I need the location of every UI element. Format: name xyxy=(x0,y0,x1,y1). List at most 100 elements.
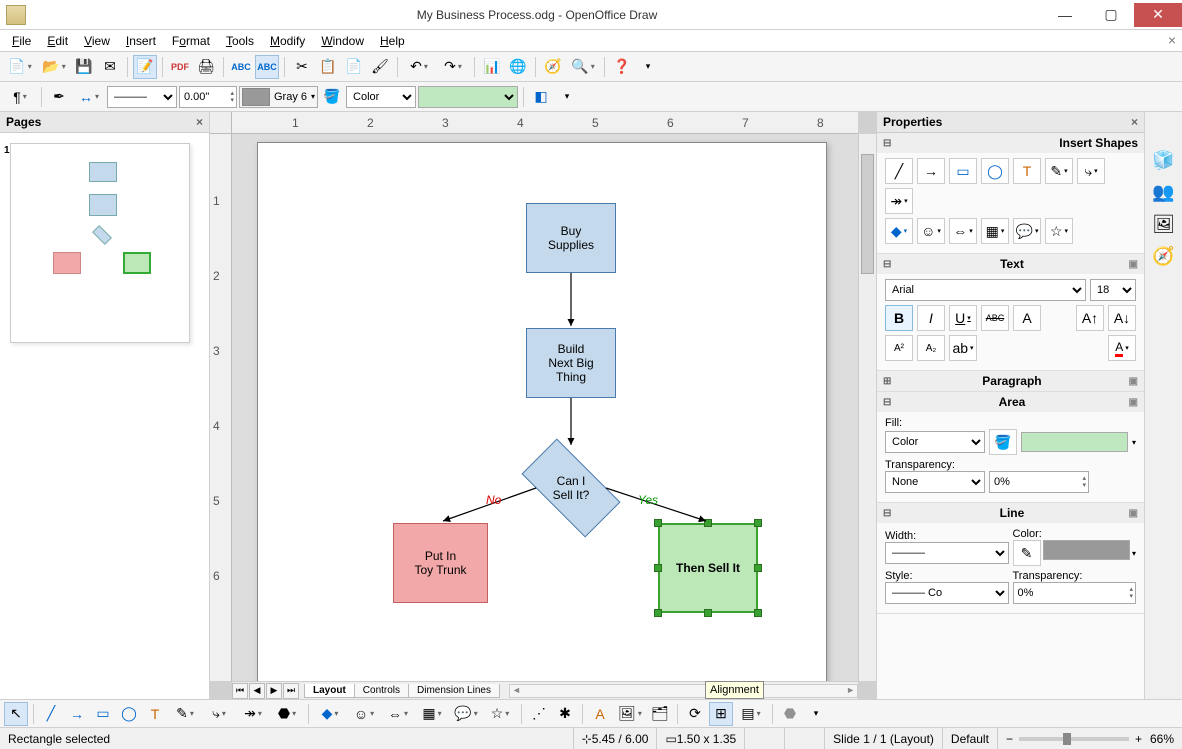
line-width-combo[interactable]: ——— xyxy=(885,542,1009,564)
page-thumbnail[interactable] xyxy=(10,143,190,343)
resize-handle[interactable] xyxy=(704,519,712,527)
shadow-text-button[interactable]: A xyxy=(1013,305,1041,331)
btool-block-arrows[interactable]: ⇔ xyxy=(382,702,414,726)
btool-arrow[interactable]: → xyxy=(65,702,89,726)
arrow-style-button[interactable]: ↔ xyxy=(73,85,105,109)
section-insert-shapes[interactable]: Insert Shapes xyxy=(877,133,1144,153)
edit-mode-button[interactable]: 📝 xyxy=(133,55,157,79)
menu-window[interactable]: Window xyxy=(313,32,372,50)
shape-buy-supplies[interactable]: Buy Supplies xyxy=(526,203,616,273)
section-line[interactable]: Line▣ xyxy=(877,503,1144,523)
font-color-button[interactable]: A xyxy=(1108,335,1136,361)
resize-handle[interactable] xyxy=(654,564,662,572)
btool-from-file[interactable]: 🖼 xyxy=(614,702,646,726)
line-transp-spinner[interactable]: 0% xyxy=(1013,582,1137,604)
btool-edit-points[interactable]: ⋰ xyxy=(527,702,551,726)
auto-spellcheck-button[interactable]: ABC xyxy=(255,55,279,79)
line-color-pencil[interactable]: ✎ xyxy=(1013,540,1041,566)
btool-3d[interactable]: ⬣ xyxy=(271,702,303,726)
expand-line-icon[interactable]: ▣ xyxy=(1129,508,1138,519)
toolbar2-overflow[interactable]: ▾ xyxy=(555,85,579,109)
zoom-in-icon[interactable]: + xyxy=(1135,732,1142,746)
area-button[interactable]: 🪣 xyxy=(320,85,344,109)
zoom-controls[interactable]: − + 66% xyxy=(998,728,1182,749)
tool-basic-shapes[interactable]: ◆ xyxy=(885,218,913,244)
font-size-combo[interactable]: 18 xyxy=(1090,279,1136,301)
pages-panel-close[interactable]: × xyxy=(196,115,203,129)
btool-arrange[interactable]: ▤ xyxy=(735,702,767,726)
horizontal-scrollbar[interactable] xyxy=(509,684,858,698)
tool-callouts[interactable]: 💬 xyxy=(1013,218,1041,244)
label-yes[interactable]: Yes xyxy=(638,493,658,507)
btool-alignment[interactable]: ⊞ xyxy=(709,702,733,726)
drawing-page[interactable]: Buy Supplies Build Next Big Thing Can I … xyxy=(257,142,827,681)
line-style-combo[interactable]: ——— xyxy=(107,86,177,108)
tab-dimension-lines[interactable]: Dimension Lines xyxy=(408,684,500,698)
section-area[interactable]: Area▣ xyxy=(877,392,1144,412)
save-button[interactable]: 💾 xyxy=(72,55,96,79)
nav-first[interactable]: ⏮ xyxy=(232,683,248,699)
status-style[interactable]: Default xyxy=(943,728,998,749)
help-button[interactable]: ❓ xyxy=(610,55,634,79)
font-name-combo[interactable]: Arial xyxy=(885,279,1086,301)
toolbar-overflow[interactable]: ▾ xyxy=(636,55,660,79)
zoom-out-icon[interactable]: − xyxy=(1006,732,1013,746)
nav-last[interactable]: ⏭ xyxy=(283,683,299,699)
zoom-slider[interactable] xyxy=(1019,737,1129,741)
vertical-ruler[interactable]: 123456 xyxy=(210,134,232,681)
btool-text[interactable]: T xyxy=(143,702,167,726)
shape-build[interactable]: Build Next Big Thing xyxy=(526,328,616,398)
btool-extrusion[interactable]: ⬣ xyxy=(778,702,802,726)
btool-fontwork[interactable]: A xyxy=(588,702,612,726)
open-button[interactable]: 📂 xyxy=(38,55,70,79)
redo-button[interactable]: ↷ xyxy=(437,55,469,79)
email-button[interactable]: ✉ xyxy=(98,55,122,79)
tool-ellipse[interactable]: ◯ xyxy=(981,158,1009,184)
menu-tools[interactable]: Tools xyxy=(218,32,262,50)
canvas-viewport[interactable]: Buy Supplies Build Next Big Thing Can I … xyxy=(232,134,858,681)
zoom-button[interactable]: 🔍 xyxy=(567,55,599,79)
btool-lines-arrows[interactable]: ↠ xyxy=(237,702,269,726)
close-button[interactable]: ✕ xyxy=(1134,3,1182,27)
resize-handle[interactable] xyxy=(754,519,762,527)
fill-type-combo[interactable]: Color xyxy=(885,431,985,453)
expand-text-icon[interactable]: ▣ xyxy=(1129,259,1138,270)
tool-flowchart[interactable]: ▦ xyxy=(981,218,1009,244)
btool-connector[interactable]: ⤷ xyxy=(203,702,235,726)
hyperlink-button[interactable]: 🌐 xyxy=(506,55,530,79)
increase-font-button[interactable]: A↑ xyxy=(1076,305,1104,331)
section-text[interactable]: Text▣ xyxy=(877,254,1144,274)
export-pdf-button[interactable]: PDF xyxy=(168,55,192,79)
format-paintbrush-button[interactable]: 🖌 xyxy=(368,55,392,79)
tool-block-arrows[interactable]: ⇔ xyxy=(949,218,977,244)
cut-button[interactable]: ✂ xyxy=(290,55,314,79)
print-button[interactable]: 🖨 xyxy=(194,55,218,79)
shape-toy-trunk[interactable]: Put In Toy Trunk xyxy=(393,523,488,603)
shadow-button[interactable]: ◧ xyxy=(529,85,553,109)
styles-button[interactable]: ¶ xyxy=(4,85,36,109)
sub-button[interactable]: A₂ xyxy=(917,335,945,361)
select-tool[interactable]: ↖ xyxy=(4,702,28,726)
menu-view[interactable]: View xyxy=(76,32,118,50)
nav-prev[interactable]: ◀ xyxy=(249,683,265,699)
tool-arrow-line[interactable]: → xyxy=(917,158,945,184)
tool-connector[interactable]: ⤷ xyxy=(1077,158,1105,184)
tool-symbol-shapes[interactable]: ☺ xyxy=(917,218,945,244)
sidebar-gallery-icon[interactable]: 🖼 xyxy=(1150,210,1178,238)
btool-glue-points[interactable]: ✱ xyxy=(553,702,577,726)
new-button[interactable]: 📄 xyxy=(4,55,36,79)
menu-insert[interactable]: Insert xyxy=(118,32,164,50)
swap-fill-button[interactable]: 🪣 xyxy=(989,429,1017,455)
italic-button[interactable]: I xyxy=(917,305,945,331)
properties-close[interactable]: × xyxy=(1131,115,1138,129)
fill-color-swatch[interactable] xyxy=(1021,432,1128,452)
bold-button[interactable]: B xyxy=(885,305,913,331)
nav-next[interactable]: ▶ xyxy=(266,683,282,699)
fill-mode-combo[interactable]: Color xyxy=(346,86,416,108)
tab-controls[interactable]: Controls xyxy=(354,684,409,698)
resize-handle[interactable] xyxy=(654,519,662,527)
btool-symbols[interactable]: ☺ xyxy=(348,702,380,726)
chart-button[interactable]: 📊 xyxy=(480,55,504,79)
menu-file[interactable]: File xyxy=(4,32,39,50)
expand-area-icon[interactable]: ▣ xyxy=(1129,397,1138,408)
